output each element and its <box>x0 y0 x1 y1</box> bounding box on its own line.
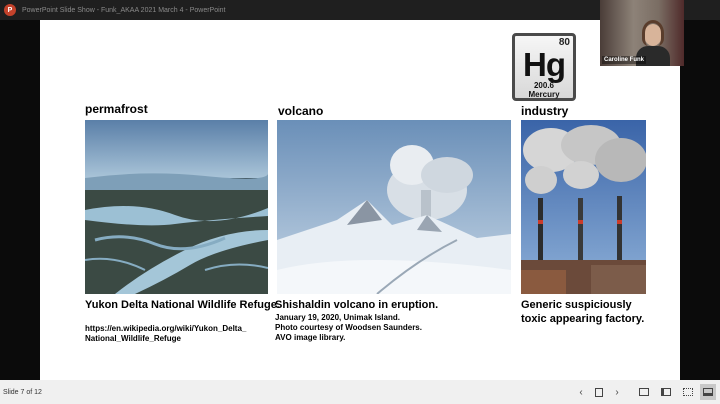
industry-photo <box>521 120 646 294</box>
industry-label: industry <box>521 104 569 118</box>
volcano-label: volcano <box>278 104 324 118</box>
permafrost-photo <box>85 120 268 294</box>
volcano-detail-line1: January 19, 2020, Unimak Island. <box>275 313 400 322</box>
grid-view-button[interactable] <box>680 384 696 400</box>
permafrost-label: permafrost <box>85 102 148 116</box>
permafrost-caption: Yukon Delta National Wildlife Refuge. <box>85 299 280 311</box>
grid-view-icon <box>683 388 693 396</box>
presenter-webcam: Caroline Funk <box>600 0 684 66</box>
permafrost-source-line1: https://en.wikipedia.org/wiki/Yukon_Delt… <box>85 324 247 333</box>
volcano-detail-line2: Photo courtesy of Woodsen Saunders. <box>275 323 422 332</box>
previous-slide-button[interactable]: ‹ <box>573 384 589 400</box>
volcano-photo <box>277 120 511 294</box>
presenter-name: Caroline Funk <box>602 56 647 64</box>
element-name: Mercury <box>528 90 560 99</box>
atomic-mass: 200.6 <box>533 81 555 90</box>
slide-sorter-icon <box>595 387 603 397</box>
slide-sorter-button[interactable] <box>591 384 607 400</box>
industry-caption-line1: Generic suspiciously <box>521 299 632 311</box>
reading-view-button[interactable] <box>658 384 674 400</box>
element-symbol: Hg <box>523 46 566 83</box>
normal-view-button[interactable] <box>636 384 652 400</box>
slideshow-view-button[interactable] <box>700 384 716 400</box>
slide-counter: Slide 7 of 12 <box>3 388 42 396</box>
mercury-element-tile: 80 Hg 200.6 Mercury <box>512 33 576 101</box>
next-slide-button[interactable]: › <box>609 384 625 400</box>
powerpoint-app-icon: P <box>4 4 16 16</box>
volcano-detail-line3: AVO image library. <box>275 333 346 342</box>
app-icon-letter: P <box>7 6 13 14</box>
projector-icon <box>703 388 713 396</box>
volcano-caption: Shishaldin volcano in eruption. <box>275 299 439 311</box>
chevron-left-icon: ‹ <box>579 386 583 398</box>
presenter-hair <box>642 20 664 46</box>
industry-caption-line2: toxic appearing factory. <box>521 313 645 325</box>
chevron-right-icon: › <box>615 386 619 398</box>
normal-view-icon <box>639 388 649 396</box>
slide-canvas[interactable]: 80 Hg 200.6 Mercury permafrost Yukon Del… <box>40 20 680 380</box>
permafrost-source-line2: National_Wildlife_Refuge <box>85 334 181 343</box>
reading-view-icon <box>661 388 671 396</box>
window-title: PowerPoint Slide Show - Funk_AKAA 2021 M… <box>22 6 226 14</box>
